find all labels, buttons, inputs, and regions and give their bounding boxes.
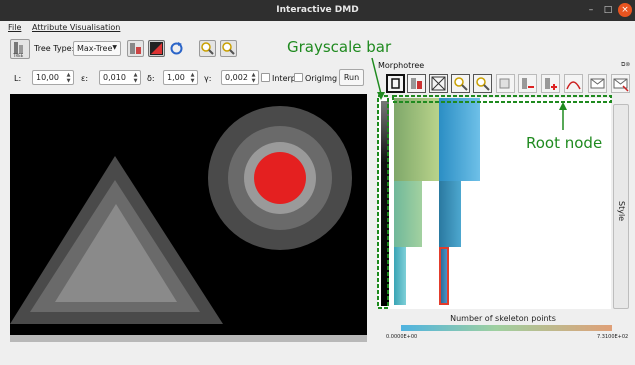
grayscale-bar-annotation: Grayscale bar xyxy=(287,38,392,56)
root-node-highlight xyxy=(392,95,612,103)
root-node-annotation: Root node xyxy=(526,134,603,152)
grayscale-bar-highlight xyxy=(377,95,389,309)
grayscale-arrow xyxy=(371,57,382,95)
root-arrow-head xyxy=(559,102,567,110)
